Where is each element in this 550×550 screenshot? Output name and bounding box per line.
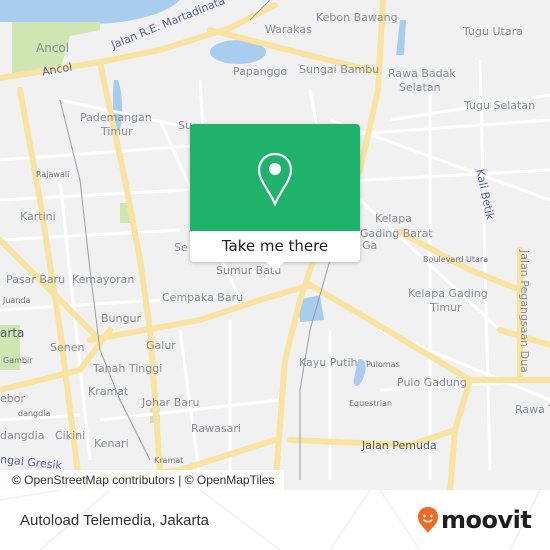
label-tanah-tinggi: Tanah Tinggi (93, 362, 163, 375)
label-gambir: Gambir (3, 356, 33, 365)
label-equestrian: Equestrian (349, 399, 392, 408)
label-kebon-bawang: Kebon Bawang (316, 11, 398, 24)
label-kenari: Kenari (94, 437, 129, 450)
label-kemayoran: Kemayoran (72, 273, 135, 286)
label-rajawali: Rajawali (36, 170, 70, 179)
place-title: Autoload Telemedia, Jakarta (20, 512, 210, 529)
label-papanggo: Papanggo (233, 65, 288, 78)
label-ancol-park: Ancol (36, 41, 70, 55)
label-boulevard-utara: Boulevard Utara (423, 255, 489, 264)
label-gondangdia-small: dangdia (18, 409, 51, 418)
map-view[interactable]: Ancol Ancol Jalan R.E. Martadinata Warak… (0, 0, 550, 490)
label-kebon: ebor (0, 392, 26, 405)
label-tugu-utara: Tugu Utara (463, 25, 523, 38)
label-tugu-selatan: Tugu Selatan (464, 99, 536, 112)
moovit-face-icon (418, 507, 438, 533)
label-rawasari: Rawasari (191, 422, 241, 435)
label-pademangan-timur: Timur (101, 125, 133, 138)
label-galur: Galur (146, 339, 176, 352)
label-johar-baru: Johar Baru (142, 396, 200, 409)
label-rawa-badak-selatan: Selatan (399, 81, 441, 94)
moovit-wordmark: moovit (441, 506, 532, 534)
label-rawa-badak: Rawa Badak (388, 67, 456, 80)
label-pasar-baru: Pasar Baru (6, 273, 66, 286)
label-gondangdia: dangdia (0, 429, 45, 442)
label-kelapa-gading-timur-2: Timur (430, 301, 462, 314)
label-jakarta: arta (0, 326, 25, 340)
reservoir (396, 20, 406, 55)
label-jalan-pemuda: Jalan Pemuda (362, 439, 437, 452)
label-bungur: Bungur (101, 312, 141, 325)
label-pulo-gadung: Pulo Gadung (397, 376, 467, 389)
label-senen: Senen (50, 341, 85, 354)
label-kelapa-gading-barat: Kelapa (375, 212, 412, 225)
label-kartini: Kartini (20, 210, 56, 223)
label-kramat: Kramat (88, 385, 129, 398)
moovit-logo[interactable]: moovit (417, 506, 532, 534)
label-cikini: Cikini (55, 429, 86, 442)
label-sungai-bambu: Sungai Bambu (299, 63, 380, 76)
label-jalan-pegangsaan-dua: Jalan Pegangsaan Dua (518, 250, 531, 373)
popup-header[interactable] (190, 124, 360, 231)
label-se: Se (174, 241, 188, 254)
label-rawa-t: Rawa T (515, 403, 550, 416)
map-attribution[interactable]: © OpenStreetMap contributors | © OpenMap… (0, 470, 285, 490)
label-pademangan: Pademangan (80, 111, 152, 124)
label-kelapa-gading-timur: Kelapa Gading (408, 287, 488, 300)
map-pin-icon (257, 152, 293, 206)
location-popup: Take me there (190, 124, 360, 271)
popup-tail (266, 262, 284, 271)
take-me-there-label: Take me there (221, 237, 329, 255)
label-cempaka-baru: Cempaka Baru (162, 291, 244, 304)
take-me-there-button[interactable]: Take me there (190, 231, 360, 271)
label-juanda: Juanda (3, 296, 31, 305)
label-kramat-small: Kramat (154, 456, 184, 465)
label-ga: Ga (362, 239, 378, 252)
label-pulomas: Pulomas (366, 360, 400, 369)
label-warakas: Warakas (265, 23, 312, 36)
label-kayu-putih: Kayu Putih (299, 356, 358, 369)
